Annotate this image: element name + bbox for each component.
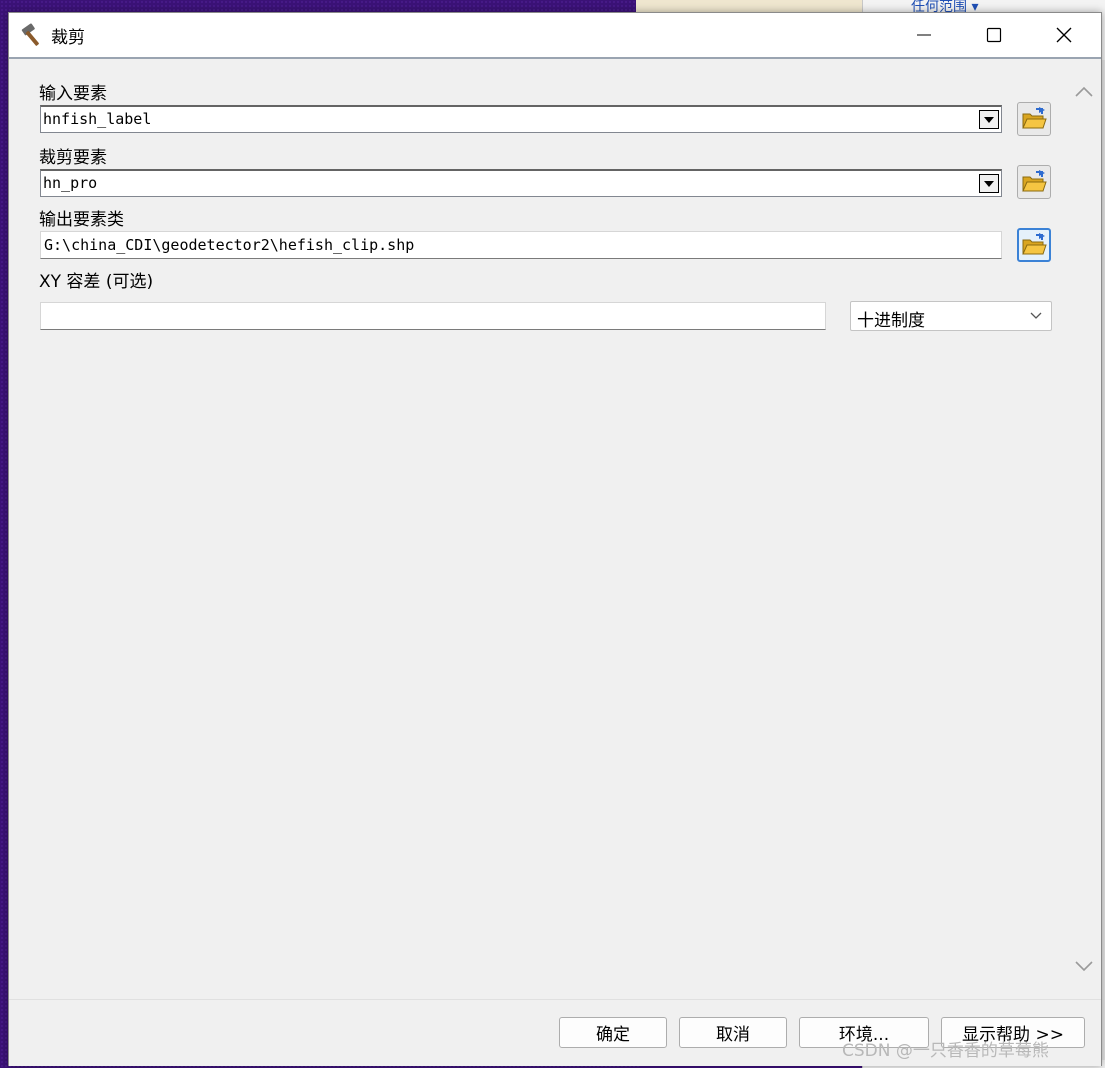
input-features-dropdown-arrow[interactable]: [979, 110, 999, 129]
close-icon: [1056, 27, 1072, 43]
clip-features-browse-button[interactable]: [1017, 165, 1051, 199]
xy-tolerance-label: XY 容差 (可选): [39, 272, 154, 292]
cancel-button[interactable]: 取消: [679, 1017, 787, 1048]
title-bar[interactable]: 裁剪: [9, 13, 1101, 59]
window-title: 裁剪: [51, 28, 85, 48]
chevron-down-icon[interactable]: [1073, 959, 1095, 973]
output-class-input[interactable]: G:\china_CDI\geodetector2\hefish_clip.sh…: [40, 231, 1002, 259]
input-features-combo[interactable]: hnfish_label: [40, 105, 1002, 133]
maximize-icon: [986, 27, 1002, 43]
chevron-down-icon: [1030, 312, 1042, 319]
folder-open-icon: [1022, 107, 1047, 129]
form-area: 输入要素 hnfish_label 裁剪要素 hn_pro 输出要素类 G:\c…: [9, 59, 1069, 999]
input-features-label: 输入要素: [39, 84, 107, 104]
output-class-browse-button[interactable]: [1017, 228, 1051, 262]
maximize-button[interactable]: [959, 13, 1029, 57]
output-class-value: G:\china_CDI\geodetector2\hefish_clip.sh…: [44, 236, 415, 254]
minimize-icon: [917, 34, 931, 36]
triangle-down-icon: [984, 180, 994, 187]
xy-tolerance-unit-value: 十进制度: [857, 311, 925, 331]
triangle-down-icon: [984, 116, 994, 123]
vertical-scrollbar[interactable]: [1069, 59, 1101, 999]
minimize-button[interactable]: [889, 13, 959, 57]
clip-dialog: 裁剪 输入要素 hnfish_label 裁剪要素 hn_pro 输出要素类 G…: [8, 12, 1102, 1066]
input-features-browse-button[interactable]: [1017, 102, 1051, 136]
close-button[interactable]: [1029, 13, 1099, 57]
xy-tolerance-unit-select[interactable]: 十进制度: [850, 301, 1052, 331]
xy-tolerance-input[interactable]: [40, 302, 826, 330]
folder-open-icon: [1022, 233, 1047, 255]
output-class-label: 输出要素类: [39, 210, 124, 230]
clip-features-value: hn_pro: [43, 174, 98, 192]
hammer-icon: [21, 23, 39, 46]
ok-button[interactable]: 确定: [559, 1017, 667, 1048]
clip-features-combo[interactable]: hn_pro: [40, 169, 1002, 197]
folder-open-icon: [1022, 170, 1047, 192]
clip-features-label: 裁剪要素: [39, 148, 107, 168]
watermark-text: CSDN @一只香香的草莓熊: [842, 1041, 1049, 1061]
input-features-value: hnfish_label: [43, 110, 152, 128]
chevron-up-icon[interactable]: [1073, 85, 1095, 99]
clip-features-dropdown-arrow[interactable]: [979, 174, 999, 193]
